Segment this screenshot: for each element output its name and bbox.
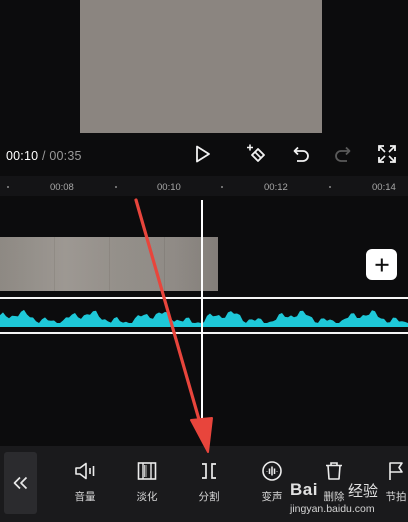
watermark-text: 经验 — [348, 483, 379, 500]
time-separator: / — [41, 149, 46, 163]
watermark-logo: Bai — [290, 480, 318, 499]
fullscreen-button[interactable] — [376, 143, 398, 165]
time-ruler[interactable]: 00:08 00:10 00:12 00:14 — [0, 176, 408, 196]
volume-icon — [75, 462, 95, 480]
ruler-tick-label: 00:08 — [50, 182, 74, 193]
add-clip-button[interactable] — [366, 249, 397, 280]
total-duration: 00:35 — [49, 149, 82, 163]
tool-label: 音量 — [74, 491, 96, 503]
baidu-jingyan-watermark: Bai 经验 jingyan.baidu.com — [278, 474, 408, 520]
undo-button[interactable] — [289, 143, 311, 165]
fade-icon — [137, 462, 157, 480]
playhead[interactable] — [201, 200, 203, 422]
keyframe-add-icon — [247, 144, 265, 162]
video-preview-frame[interactable] — [80, 0, 322, 133]
current-time: 00:10 — [6, 149, 39, 163]
ruler-dot — [115, 186, 117, 188]
redo-button[interactable] — [333, 143, 355, 165]
volume-tool-button[interactable]: 音量 — [62, 459, 108, 504]
ruler-dot — [221, 186, 223, 188]
ruler-dot — [7, 186, 9, 188]
ruler-tick-label: 00:12 — [264, 182, 288, 193]
fullscreen-icon — [378, 145, 396, 163]
ruler-tick-label: 00:14 — [372, 182, 396, 193]
ruler-tick-label: 00:10 — [157, 182, 181, 193]
tool-label: 淡化 — [136, 491, 158, 503]
ruler-dot — [329, 186, 331, 188]
video-preview-area: 00:10 / 00:35 — [0, 0, 408, 176]
fade-tool-button[interactable]: 淡化 — [124, 459, 170, 504]
video-clip-track[interactable] — [0, 237, 218, 291]
collapse-toolbar-button[interactable] — [4, 452, 37, 514]
waveform-shape — [0, 309, 408, 327]
time-readout: 00:10 / 00:35 — [6, 149, 82, 163]
play-icon — [196, 145, 210, 163]
audio-clip-track[interactable] — [0, 297, 408, 334]
tool-label: 分割 — [198, 491, 220, 503]
redo-icon — [335, 146, 351, 162]
audio-waveform — [0, 309, 408, 327]
undo-icon — [293, 146, 309, 162]
timeline-area[interactable] — [0, 196, 408, 446]
play-button[interactable] — [191, 143, 213, 165]
watermark-url: jingyan.baidu.com — [290, 503, 375, 515]
keyframe-add-button[interactable] — [245, 143, 267, 165]
video-clip-thumbnails — [0, 237, 218, 291]
double-chevron-left-icon — [13, 476, 28, 490]
split-tool-button[interactable]: 分割 — [186, 459, 232, 504]
split-icon — [202, 463, 216, 479]
